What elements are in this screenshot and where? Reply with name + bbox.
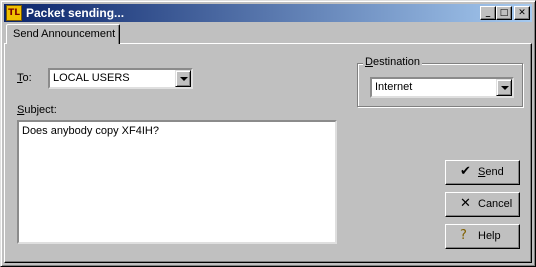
tab-label: Send Announcement xyxy=(13,28,116,40)
destination-value: Internet xyxy=(375,81,413,93)
close-button[interactable]: ✕ xyxy=(514,6,530,20)
cancel-label: Cancel xyxy=(478,198,513,210)
to-value: LOCAL USERS xyxy=(53,72,130,84)
send-button[interactable]: ✔ Send xyxy=(445,160,520,185)
to-label: To: xyxy=(17,72,32,84)
title-bar[interactable]: TL Packet sending... _ □ ✕ xyxy=(4,4,532,22)
packet-sending-window: TL Packet sending... _ □ ✕ Send Announce… xyxy=(0,0,536,267)
cancel-button[interactable]: ✕ Cancel xyxy=(445,192,520,217)
help-label: Help xyxy=(478,230,501,242)
subject-label: Subject: xyxy=(17,104,57,116)
app-icon: TL xyxy=(6,5,22,21)
help-icon: ? xyxy=(460,228,467,243)
to-combobox[interactable]: LOCAL USERS xyxy=(48,68,193,89)
subject-textarea[interactable]: Does anybody copy XF4IH? xyxy=(17,120,337,244)
help-button[interactable]: ? Help xyxy=(445,224,520,249)
destination-label: Destination xyxy=(363,56,423,68)
destination-dropdown-arrow-icon[interactable] xyxy=(496,79,512,96)
close-icon: ✕ xyxy=(460,196,471,211)
destination-combobox[interactable]: Internet xyxy=(370,77,514,98)
subject-text: Does anybody copy XF4IH? xyxy=(22,125,159,137)
tab-send-announcement[interactable]: Send Announcement xyxy=(6,24,120,44)
window-title: Packet sending... xyxy=(26,6,125,20)
check-icon: ✔ xyxy=(460,164,471,179)
send-label: Send xyxy=(478,166,504,178)
maximize-button[interactable]: □ xyxy=(496,6,512,20)
minimize-button[interactable]: _ xyxy=(480,6,496,20)
to-dropdown-arrow-icon[interactable] xyxy=(175,70,191,87)
